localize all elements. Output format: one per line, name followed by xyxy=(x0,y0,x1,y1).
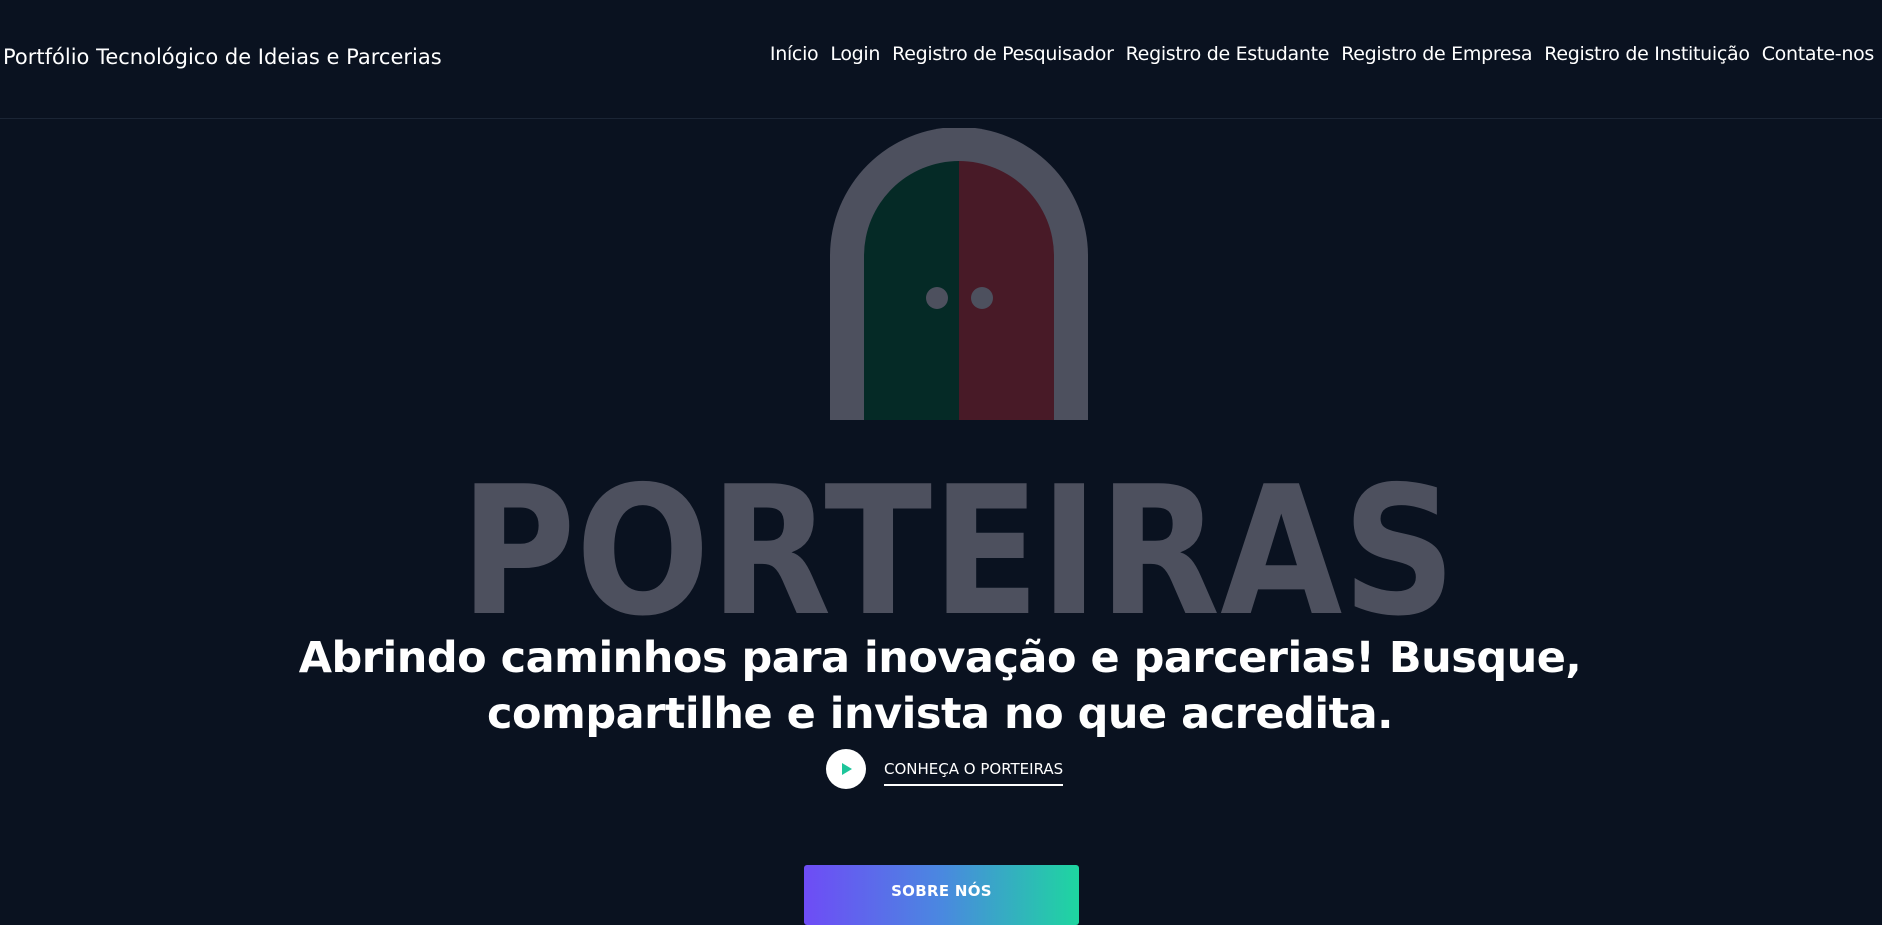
porteiras-wordmark: PORTEIRAS xyxy=(460,455,1456,627)
nav-link-registro-instituicao[interactable]: Registro de Instituição xyxy=(1544,43,1750,65)
door-knob-left xyxy=(926,287,948,309)
nav-link-registro-pesquisador[interactable]: Registro de Pesquisador xyxy=(892,43,1114,65)
door-knob-right xyxy=(971,287,993,309)
play-icon xyxy=(842,763,852,775)
video-link[interactable]: CONHEÇA O PORTEIRAS xyxy=(826,749,1064,789)
nav-link-login[interactable]: Login xyxy=(830,43,880,65)
nav-menu: Início Login Registro de Pesquisador Reg… xyxy=(770,43,1874,65)
nav-link-contate-nos[interactable]: Contate-nos xyxy=(1762,43,1875,65)
play-button[interactable] xyxy=(826,749,866,789)
wordmark-text: PORTEIRAS xyxy=(460,455,1456,627)
hero-tagline: Abrindo caminhos para inovação e parceri… xyxy=(230,630,1650,742)
site-brand[interactable]: Portfólio Tecnológico de Ideias e Parcer… xyxy=(3,45,442,69)
about-us-button[interactable]: SOBRE NÓS xyxy=(804,865,1079,925)
tagline-line-1: Abrindo caminhos para inovação e parceri… xyxy=(298,633,1582,683)
tagline-line-2: compartilhe e invista no que acredita. xyxy=(487,689,1393,739)
video-link-label[interactable]: CONHEÇA O PORTEIRAS xyxy=(884,760,1064,786)
nav-link-registro-estudante[interactable]: Registro de Estudante xyxy=(1126,43,1330,65)
nav-link-inicio[interactable]: Início xyxy=(770,43,819,65)
navbar: Portfólio Tecnológico de Ideias e Parcer… xyxy=(0,0,1882,119)
nav-link-registro-empresa[interactable]: Registro de Empresa xyxy=(1341,43,1532,65)
gate-arch-logo-icon xyxy=(830,128,1088,420)
